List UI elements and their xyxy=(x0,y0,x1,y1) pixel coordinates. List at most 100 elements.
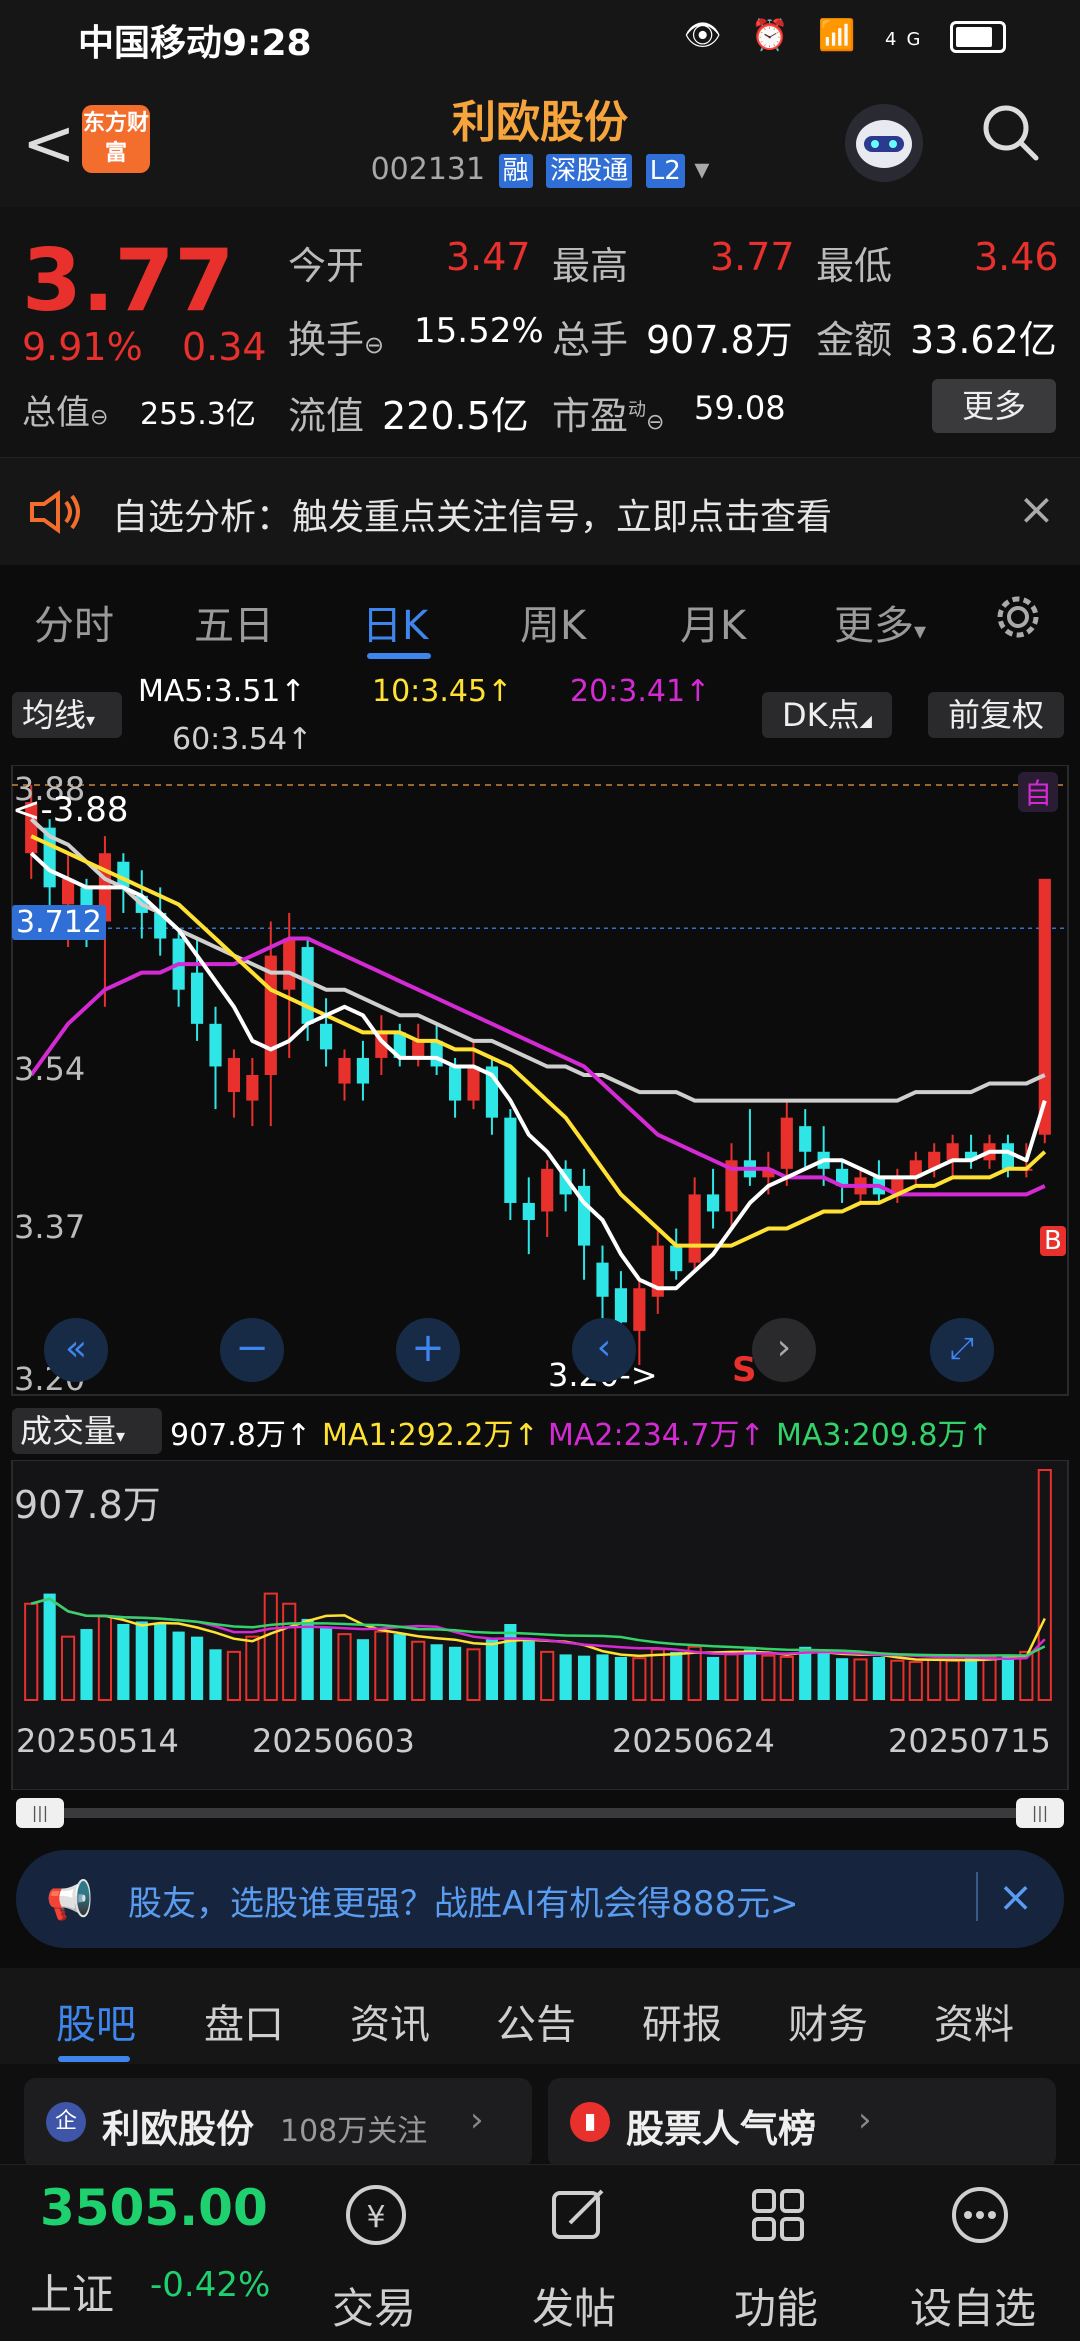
close-icon[interactable]: × xyxy=(1018,484,1055,535)
candle-body xyxy=(338,1057,351,1084)
turnover-value: 15.52% xyxy=(414,311,544,351)
promo-close-icon[interactable]: × xyxy=(976,1872,1033,1921)
step-right-button[interactable]: › xyxy=(752,1318,816,1382)
step-left-button[interactable]: ‹ xyxy=(572,1318,636,1382)
tab-news[interactable]: 资讯 xyxy=(350,1992,430,2050)
volume-bar xyxy=(356,1639,370,1700)
candle-body xyxy=(946,1143,959,1161)
ma-select[interactable]: 均线▾ xyxy=(12,692,122,738)
nav-post[interactable]: 发帖 xyxy=(532,2275,616,2336)
candle-body xyxy=(614,1288,628,1323)
dropdown-icon: ▾ xyxy=(694,152,710,187)
range-handle-right[interactable]: ||| xyxy=(1016,1798,1064,1828)
range-slider[interactable]: ||| ||| xyxy=(16,1798,1064,1828)
volume-bar xyxy=(301,1618,314,1700)
volume-bar xyxy=(706,1656,720,1700)
volume-indicator-select[interactable]: 成交量▾ xyxy=(12,1408,162,1454)
volume-bar xyxy=(154,1623,167,1700)
zoom-out-button[interactable]: − xyxy=(220,1318,284,1382)
candle-body xyxy=(227,1057,241,1093)
volume-bar xyxy=(393,1634,406,1700)
tab-more[interactable]: 更多▾ xyxy=(834,593,926,651)
notice-bar[interactable]: 自选分析：触发重点关注信号，立即点击查看 × xyxy=(0,457,1080,567)
candle-body xyxy=(541,1168,554,1212)
forum-stock-name: 利欧股份 xyxy=(102,2107,255,2151)
low-label: 最低 xyxy=(816,244,893,288)
tab-five-day[interactable]: 五日 xyxy=(194,593,274,651)
buy-signal[interactable]: B xyxy=(1040,1226,1066,1256)
pct-change: 9.91% xyxy=(22,325,143,369)
nav-functions[interactable]: 功能 xyxy=(734,2275,818,2336)
chevron-right-icon: › xyxy=(470,2100,484,2140)
volume-bar xyxy=(577,1655,591,1700)
range-handle-left[interactable]: ||| xyxy=(16,1798,64,1828)
index-name[interactable]: 上证 xyxy=(30,2261,114,2322)
candle-body xyxy=(780,1117,793,1169)
tab-forum[interactable]: 股吧 xyxy=(56,1992,136,2050)
tab-announcements[interactable]: 公告 xyxy=(496,1992,576,2050)
last-price: 3.77 xyxy=(22,231,235,331)
volume-bar xyxy=(485,1639,499,1700)
plus-icon: + xyxy=(411,1325,445,1371)
nav-add-watchlist[interactable]: 设自选 xyxy=(910,2275,1036,2336)
fullscreen-button[interactable]: ⤢ xyxy=(930,1318,994,1382)
volume-bar xyxy=(964,1658,978,1700)
amount-label: 金额 xyxy=(816,318,893,362)
expand-icon: ⤢ xyxy=(950,1331,974,1366)
nav-trade[interactable]: 交易 xyxy=(332,2275,416,2336)
candle-body xyxy=(356,1057,370,1084)
ma5-line xyxy=(29,851,1047,1291)
candle-body xyxy=(596,1262,609,1297)
status-time: 中国移动9:28 xyxy=(78,23,312,64)
adjust-button[interactable]: 前复权 xyxy=(928,692,1064,738)
self-select-badge[interactable]: 自 xyxy=(1018,772,1059,812)
float-value: 220.5亿 xyxy=(382,394,529,438)
volume-bar xyxy=(135,1621,148,1700)
index-value[interactable]: 3505.00 xyxy=(40,2179,268,2237)
pan-left-button[interactable]: « xyxy=(44,1318,108,1382)
active-info-tab-indicator xyxy=(58,2056,130,2062)
tab-orderbook[interactable]: 盘口 xyxy=(204,1992,284,2050)
forum-followers: 108万关注 xyxy=(280,2114,428,2149)
tab-daily-k[interactable]: 日K xyxy=(362,593,428,651)
volume-bar xyxy=(43,1593,56,1700)
vol-ma3: MA3:209.8万↑ xyxy=(776,1418,993,1453)
candle-body xyxy=(504,1117,517,1203)
promo-banner[interactable]: 📢 股友，选股谁更强？战胜AI有机会得888元> × xyxy=(16,1850,1064,1948)
more-button[interactable]: 更多 xyxy=(932,379,1056,433)
candle-body xyxy=(412,1040,425,1058)
forum-cards: 企 利欧股份 108万关注 › ▮ 股票人气榜 › xyxy=(0,2064,1080,2168)
tab-monthly-k[interactable]: 月K xyxy=(680,593,746,651)
edit-icon xyxy=(552,2189,604,2239)
robot-icon xyxy=(856,120,912,168)
popularity-rank-card[interactable]: ▮ 股票人气榜 › xyxy=(548,2078,1056,2168)
volume-bar xyxy=(172,1631,185,1700)
status-bar: 中国移动9:28 👁 ⏰ 📶 4G xyxy=(0,0,1080,72)
dk-point-button[interactable]: DK点◢ xyxy=(762,692,892,738)
pe-value: 59.08 xyxy=(694,389,786,427)
candle-body xyxy=(1038,878,1051,1135)
eye-icon: 👁 xyxy=(683,18,732,53)
stock-forum-card[interactable]: 企 利欧股份 108万关注 › xyxy=(24,2078,532,2168)
tab-intraday[interactable]: 分时 xyxy=(34,593,114,651)
network-label: 4G xyxy=(885,29,931,50)
zoom-in-button[interactable]: + xyxy=(396,1318,460,1382)
candle-body xyxy=(706,1194,720,1212)
candle-body xyxy=(190,972,204,1024)
search-icon[interactable] xyxy=(980,102,1040,162)
vol-ma2: MA2:234.7万↑ xyxy=(548,1418,765,1453)
tab-research[interactable]: 研报 xyxy=(642,1992,722,2050)
tab-profile[interactable]: 资料 xyxy=(934,1992,1014,2050)
tab-weekly-k[interactable]: 周K xyxy=(520,593,586,651)
turnover-label: 换手⊖ xyxy=(288,318,385,362)
kline-chart[interactable] xyxy=(0,765,1080,1405)
tab-finance[interactable]: 财务 xyxy=(788,1992,868,2050)
chart-frame xyxy=(11,765,1069,1396)
settings-gear-icon[interactable] xyxy=(990,589,1046,645)
volume-bar xyxy=(872,1656,886,1700)
volume-bar xyxy=(504,1623,517,1700)
high-value: 3.77 xyxy=(710,235,795,279)
open-value: 3.47 xyxy=(446,235,531,279)
ma20-value: 20:3.41↑ xyxy=(570,674,711,709)
assistant-avatar[interactable] xyxy=(845,104,923,182)
